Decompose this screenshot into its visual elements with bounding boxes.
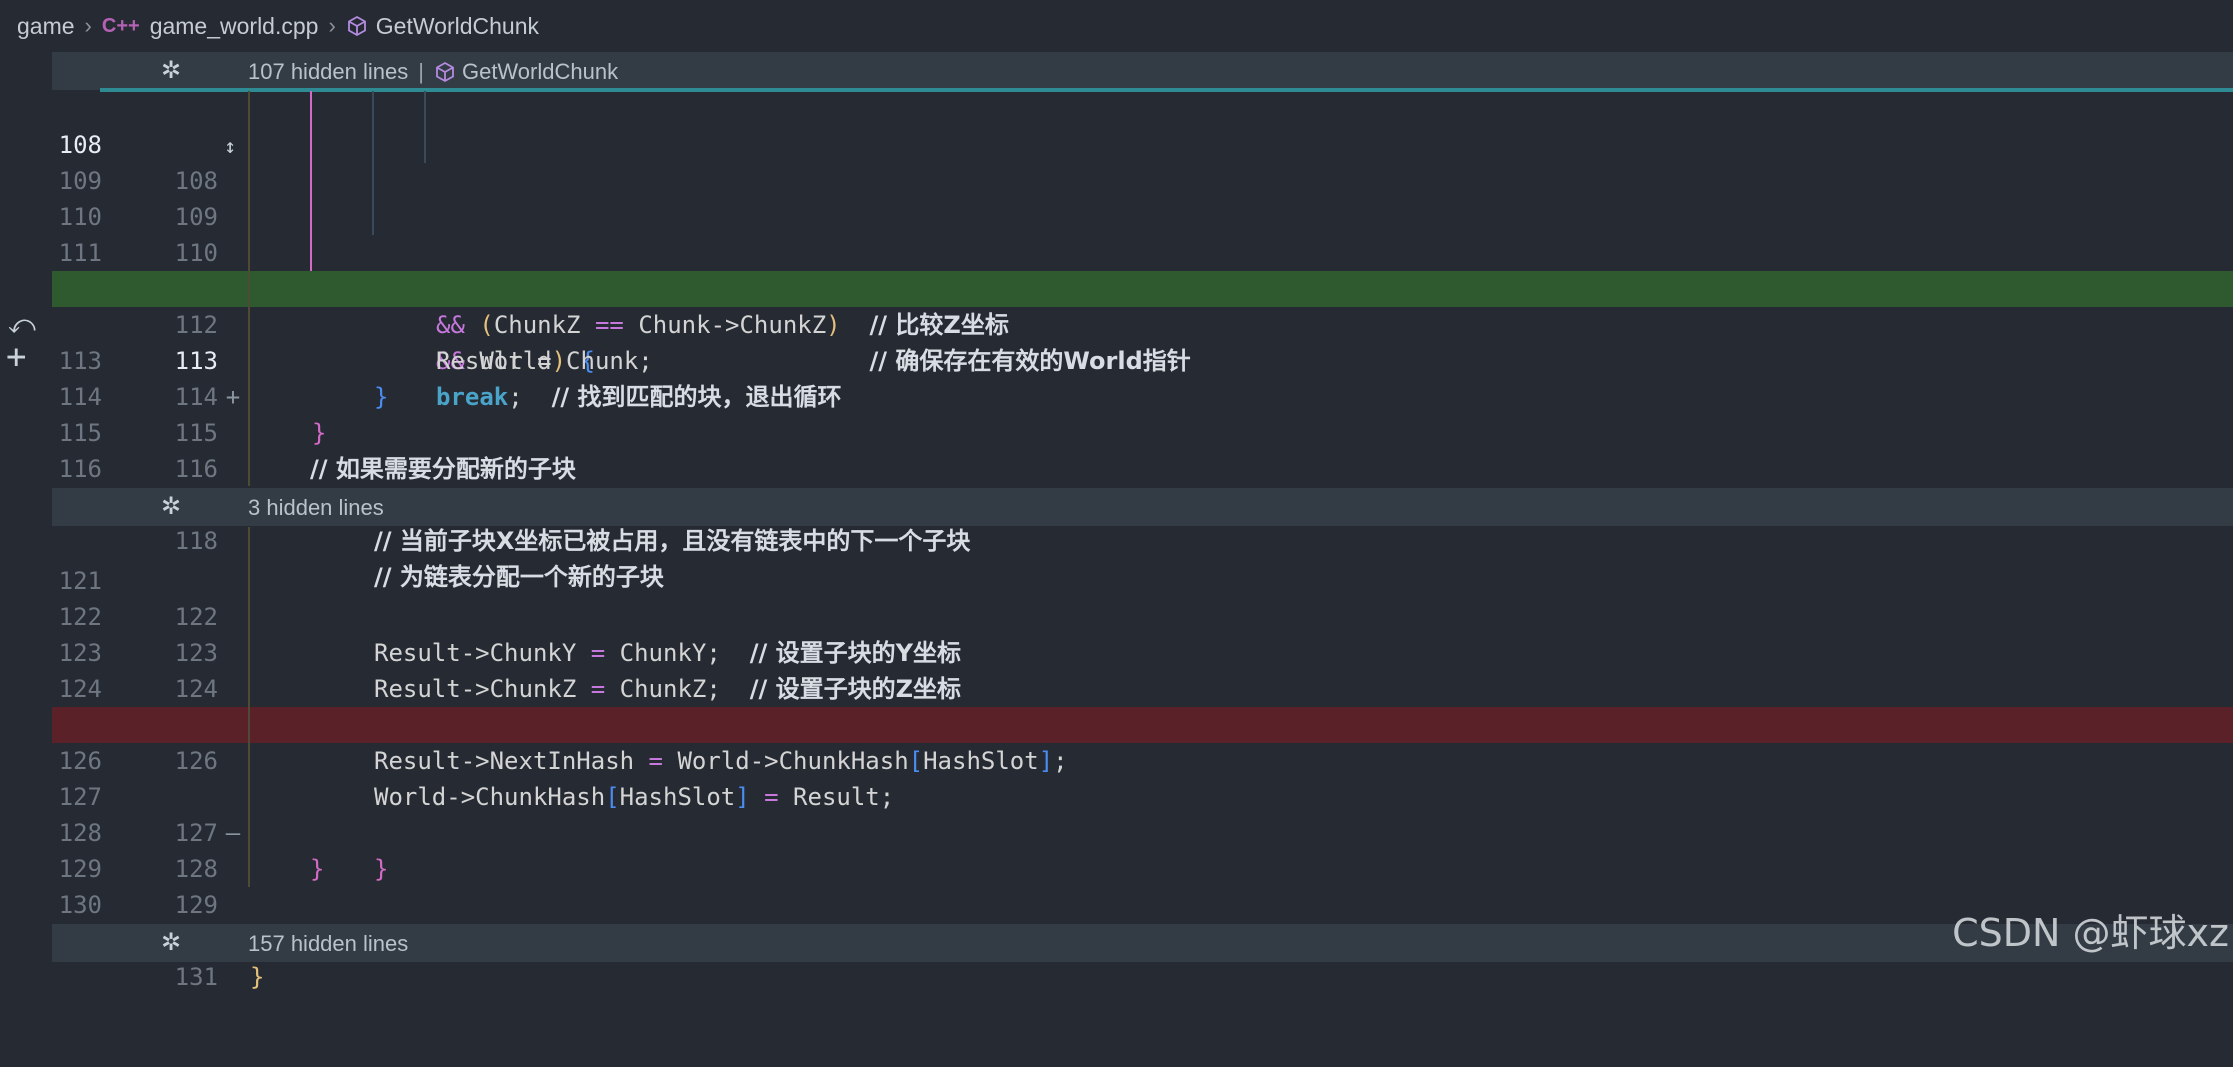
diff-editor: ✲ 107 hidden lines | GetWorldChunk ↕ 108 1… (52, 52, 2233, 991)
code-line[interactable]: 116 117 // 当前子块X坐标已被占用，且没有链表中的下一个子块 (52, 415, 2233, 555)
code-line[interactable]: 123 124 (52, 599, 2233, 703)
scope-guide (248, 91, 250, 486)
scope-guide (248, 527, 250, 887)
unfold-icon[interactable]: ✲ (158, 494, 184, 520)
cube-icon (434, 61, 456, 83)
code-line[interactable]: 127 127 } (52, 743, 2233, 883)
chevron-right-icon: › (328, 13, 336, 38)
code-line[interactable]: 113 114 (52, 307, 2233, 411)
breadcrumb-file[interactable]: game_world.cpp (150, 13, 319, 40)
hidden-lines-label: 3 hidden lines (248, 495, 384, 520)
cube-icon (346, 15, 368, 37)
add-comment-icon[interactable]: + (6, 340, 26, 374)
code-line[interactable]: 112 112 } (52, 235, 2233, 411)
code-line[interactable]: 115 116 if (Arena && !Result) { (52, 379, 2233, 519)
code-line[interactable]: 131 131 (52, 887, 2233, 991)
breadcrumb: game › C++ game_world.cpp › GetWorldChun… (0, 0, 2233, 52)
unfold-icon[interactable]: ✲ (158, 58, 184, 84)
code-line[interactable]: 117 118 // 为链表分配一个新的子块 (52, 451, 2233, 591)
code-line[interactable]: 124 125 Result->NextInHash = World->Chun… (52, 635, 2233, 775)
code-line[interactable]: 109 109 && World) { // 确保存在有效的World指针 (52, 127, 2233, 375)
code-line[interactable]: 114 115 // 如果需要分配新的子块 (52, 343, 2233, 483)
diff-action-gutter: ⤺ + (0, 52, 52, 967)
watermark: CSDN @虾球xz (1952, 911, 2229, 955)
hidden-lines-label: 107 hidden lines | GetWorldChunk (248, 59, 619, 84)
code-line[interactable]: 111 111 break; // 找到匹配的块，退出循环 (52, 199, 2233, 411)
added-line[interactable]: 113 + } (52, 271, 2233, 447)
code-line[interactable]: 108 108 && (ChunkZ == Chunk->ChunkZ) // … (52, 91, 2233, 339)
code-line[interactable]: 130 130 } (52, 851, 2233, 991)
hidden-lines-bar[interactable]: ✲ 107 hidden lines | GetWorldChunk (52, 52, 2233, 90)
unfold-icon[interactable]: ✲ (158, 930, 184, 956)
code-line[interactable]: 121 122 Result->ChunkY = ChunkY; // 设置子块… (52, 527, 2233, 667)
chevron-right-icon: › (84, 13, 92, 38)
code-line[interactable]: 129 129 return Result; // 返回找到或新创建的子块 (52, 815, 2233, 955)
code-line[interactable]: 125 126 World->ChunkHash[HashSlot] = Res… (52, 671, 2233, 811)
cpp-file-icon: C++ (101, 14, 140, 37)
code-line[interactable]: 110 110 Result = Chunk; (52, 163, 2233, 375)
breadcrumb-symbol[interactable]: GetWorldChunk (376, 13, 539, 40)
code-line[interactable]: 122 123 Result->ChunkZ = ChunkZ; // 设置子块… (52, 563, 2233, 703)
removed-line[interactable]: 126 — } (52, 707, 2233, 883)
code-line[interactable]: 128 128 (52, 779, 2233, 883)
hidden-lines-bar[interactable]: ✲ 157 hidden lines (52, 924, 2233, 962)
code-text: } (250, 963, 265, 991)
breadcrumb-root[interactable]: game (17, 13, 75, 40)
hidden-lines-bar[interactable]: ✲ 3 hidden lines (52, 488, 2233, 526)
hidden-lines-label: 157 hidden lines (248, 931, 409, 956)
